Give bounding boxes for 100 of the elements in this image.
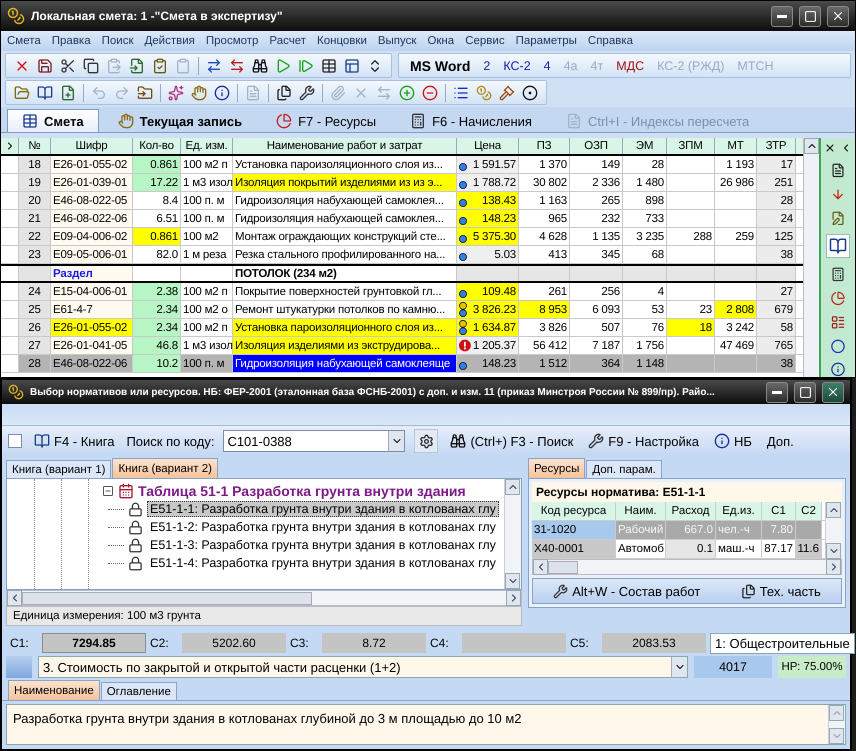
- menu-item[interactable]: Действия: [144, 35, 195, 47]
- vertical-scrollbar[interactable]: [825, 502, 842, 559]
- tab[interactable]: F6 - Начисления: [395, 109, 547, 132]
- info-icon[interactable]: [829, 362, 847, 377]
- menu-item[interactable]: Расчет: [269, 35, 306, 47]
- table-icon[interactable]: [321, 58, 337, 74]
- checkbox[interactable]: [8, 434, 22, 448]
- add-file-icon[interactable]: [60, 84, 76, 100]
- tree-item[interactable]: E51-1-4: Разработка грунта внутри здания в котлованах глу: [147, 555, 499, 571]
- round-badge-icon[interactable]: [829, 338, 847, 354]
- vertical-scrollbar[interactable]: [504, 479, 521, 589]
- menu-item[interactable]: Справка: [588, 35, 634, 47]
- gear-button[interactable]: [414, 429, 438, 453]
- tab[interactable]: F7 - Ресурсы: [261, 109, 392, 132]
- add-icon[interactable]: [399, 84, 415, 100]
- window-icon[interactable]: [344, 58, 360, 74]
- tab[interactable]: Книга (вариант 1): [6, 460, 112, 478]
- copy-icon[interactable]: [83, 58, 99, 74]
- menu-item[interactable]: Правка: [52, 35, 91, 47]
- cut-icon[interactable]: [60, 58, 76, 74]
- menu-item[interactable]: Сервис: [465, 35, 505, 47]
- minimize-button[interactable]: [766, 382, 788, 402]
- collapse-icon[interactable]: [102, 485, 114, 497]
- toolbar-button[interactable]: Тех. часть: [738, 584, 824, 598]
- info-icon[interactable]: [214, 84, 230, 100]
- menu-item[interactable]: Просмотр: [206, 35, 258, 47]
- sparkles-icon[interactable]: [168, 84, 184, 100]
- scroll-thumb[interactable]: [548, 560, 578, 574]
- info-button[interactable]: НБ: [711, 433, 755, 449]
- tab[interactable]: Текущая запись: [102, 109, 258, 132]
- book-button[interactable]: F4 - Книга: [31, 433, 118, 449]
- coins-icon[interactable]: [476, 84, 492, 100]
- vertical-scrollbar[interactable]: [803, 138, 819, 377]
- column-header[interactable]: С1: [762, 502, 796, 520]
- import-icon[interactable]: [129, 58, 145, 74]
- search-icon[interactable]: [252, 58, 268, 74]
- play-icon[interactable]: [275, 58, 291, 74]
- list-icon[interactable]: [829, 314, 847, 330]
- settings-button[interactable]: F9 - Настройка: [585, 433, 702, 449]
- save-icon[interactable]: [37, 58, 53, 74]
- tree-item[interactable]: E51-1-2: Разработка грунта внутри здания в котлованах глу: [147, 519, 499, 535]
- code-search-field[interactable]: С101-0388: [223, 430, 406, 452]
- list-icon[interactable]: [453, 84, 469, 100]
- more-button[interactable]: Доп.: [764, 434, 797, 448]
- horizontal-scrollbar[interactable]: [532, 559, 842, 575]
- clipboard-icon[interactable]: [175, 58, 191, 74]
- search-button[interactable]: (Ctrl+) F3 - Поиск: [447, 433, 576, 449]
- maximize-button[interactable]: [794, 382, 816, 402]
- toolbar-button[interactable]: 2: [480, 58, 494, 72]
- tree-heading[interactable]: Таблица 51-1 Разработка грунта внутри здания: [138, 483, 466, 499]
- toolbar-button[interactable]: MS Word: [407, 58, 474, 74]
- maximize-button[interactable]: [799, 6, 821, 26]
- tab[interactable]: Оглавление: [100, 682, 177, 700]
- scroll-thumb[interactable]: [22, 592, 312, 604]
- column-header[interactable]: Расход: [666, 502, 716, 520]
- column-header[interactable]: Ед.из.: [716, 502, 762, 520]
- minimize-button[interactable]: [771, 6, 793, 26]
- chart-icon[interactable]: [829, 291, 847, 306]
- tree-item[interactable]: E51-1-1: Разработка грунта внутри здания в котлованах глу: [147, 501, 499, 517]
- paperclip-icon[interactable]: [330, 84, 346, 100]
- tree-item[interactable]: E51-1-3: Разработка грунта внутри здания в котлованах глу: [147, 537, 499, 553]
- category-field[interactable]: 1: Общестроительные: [710, 632, 855, 654]
- arrows-icon[interactable]: [206, 58, 222, 74]
- column-header[interactable]: С2: [796, 502, 822, 520]
- folder-icon[interactable]: [137, 84, 153, 100]
- remove-icon[interactable]: [422, 84, 438, 100]
- close-button[interactable]: [827, 6, 849, 26]
- gavel-icon[interactable]: [499, 84, 515, 100]
- toolbar-button[interactable]: 4: [540, 58, 554, 72]
- close-icon[interactable]: [824, 142, 836, 154]
- documents-icon[interactable]: [276, 84, 292, 100]
- toolbar-button[interactable]: Alt+W - Состав работ: [550, 584, 704, 598]
- menu-item[interactable]: Смета: [7, 35, 41, 47]
- menu-item[interactable]: Выпуск: [378, 35, 416, 47]
- menu-item[interactable]: Параметры: [516, 35, 577, 47]
- folder-icon[interactable]: [14, 84, 30, 100]
- menu-item[interactable]: Поиск: [102, 35, 134, 47]
- toolbar-button[interactable]: КС-2: [500, 58, 534, 72]
- tab[interactable]: Книга (вариант 2): [112, 458, 218, 478]
- play-step-icon[interactable]: [298, 58, 314, 74]
- circle-icon[interactable]: [522, 84, 538, 100]
- toolbar-button[interactable]: МДС: [613, 58, 648, 72]
- tab[interactable]: Смета: [7, 109, 99, 132]
- wrench-icon[interactable]: [299, 84, 315, 100]
- column-header[interactable]: Код ресурса: [532, 502, 616, 520]
- column-header[interactable]: Наим.: [616, 502, 666, 520]
- calculation-mode-dropdown[interactable]: 3. Стоимость по закрытой и открытой части расценки (1+2): [38, 656, 688, 678]
- book-icon[interactable]: [37, 84, 53, 100]
- tab[interactable]: Наименование: [8, 680, 100, 700]
- close-button[interactable]: [822, 382, 844, 402]
- book-button[interactable]: [826, 234, 850, 258]
- horizontal-scrollbar[interactable]: [6, 590, 522, 606]
- menu-item[interactable]: Окна: [427, 35, 454, 47]
- description-field[interactable]: Разработка грунта внутри здания в котлованах глубиной до 3 м площадью до 10 м2: [6, 704, 846, 745]
- tab[interactable]: Доп. парам.: [586, 460, 662, 478]
- tab[interactable]: Ресурсы: [528, 458, 586, 478]
- hand-icon[interactable]: [191, 84, 207, 100]
- arrows-icon[interactable]: [229, 58, 245, 74]
- menu-item[interactable]: Концовки: [317, 35, 367, 47]
- clipboard-icon[interactable]: [152, 58, 168, 74]
